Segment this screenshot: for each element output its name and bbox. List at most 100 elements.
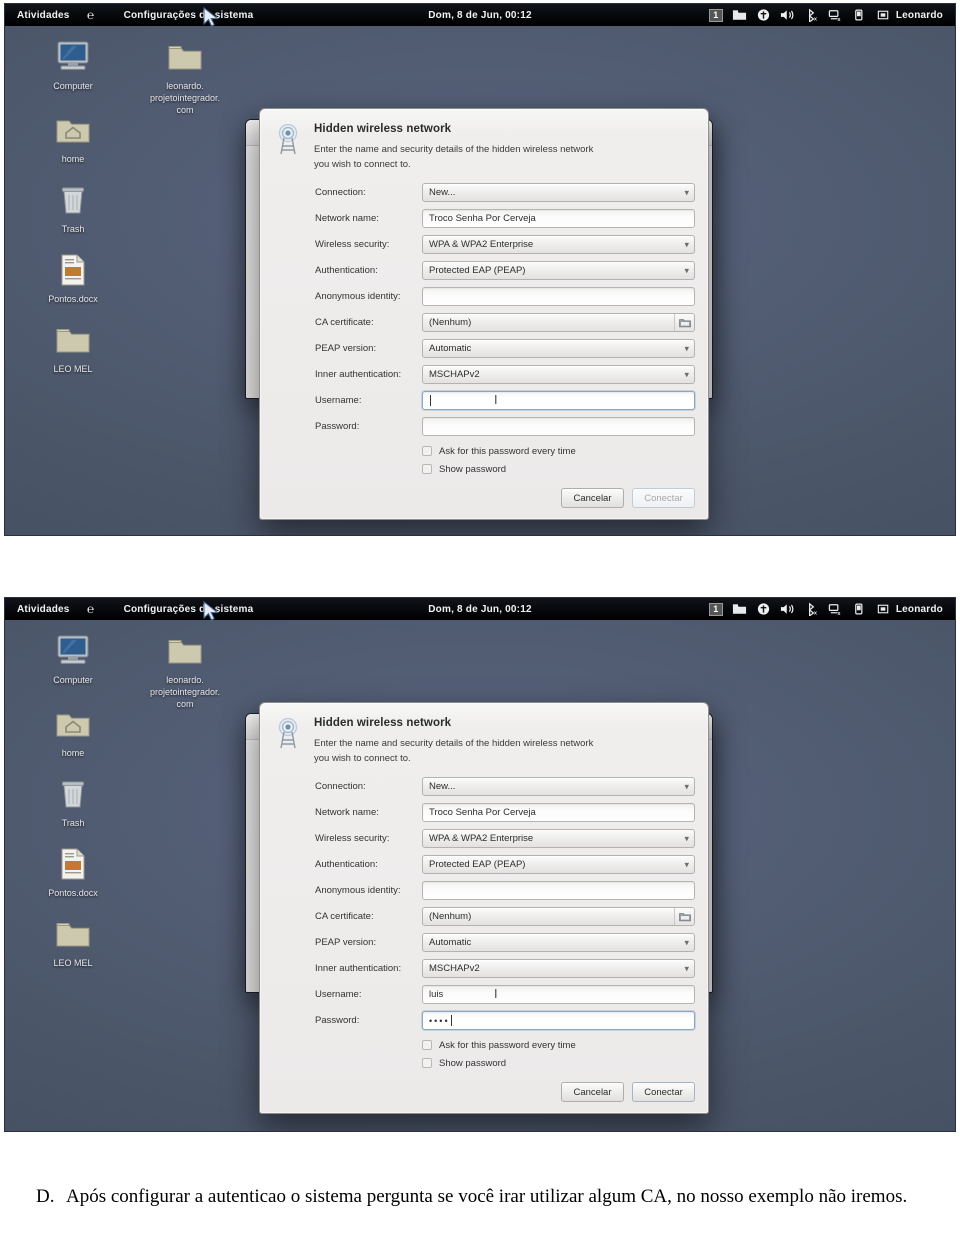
password-input[interactable]: •••• [422,1011,695,1030]
volume-icon[interactable] [780,8,795,22]
wireless-security-select[interactable]: WPA & WPA2 Enterprise ▾ [422,829,695,848]
ca-certificate-chooser[interactable]: (Nenhum) [422,907,695,926]
dialog-description: Enter the name and security details of t… [314,144,594,170]
field-control[interactable]: WPA & WPA2 Enterprise ▾ [422,829,695,848]
field-control[interactable] [422,417,695,436]
field-control[interactable]: Protected EAP (PEAP) ▾ [422,261,695,280]
connect-button[interactable]: Conectar [632,1082,695,1102]
folder-icon[interactable] [674,314,694,331]
authentication-select[interactable]: Protected EAP (PEAP) ▾ [422,261,695,280]
field-control[interactable]: Protected EAP (PEAP) ▾ [422,855,695,874]
desktop-icon-leo-mel[interactable]: LEO MEL [27,319,119,375]
connection-select[interactable]: New... ▾ [422,777,695,796]
wireless-security-select[interactable]: WPA & WPA2 Enterprise ▾ [422,235,695,254]
firefox-icon[interactable]: ℮ [80,602,102,616]
app-menu-title[interactable]: Configurações do sistema [102,10,254,21]
network-disconnected-icon[interactable]: x [828,8,843,22]
checkbox-row-show-password[interactable]: Show password [422,1055,695,1071]
desktop-icon-computer[interactable]: Computer [27,630,119,686]
field-control[interactable]: Automatic ▾ [422,339,695,358]
field-value: (Nenhum) [429,911,472,922]
field-value: •••• [429,1015,450,1026]
desktop-icon-trash[interactable]: Trash [27,773,119,829]
folder-icon[interactable] [732,8,747,22]
desktop-icon-home[interactable]: home [27,109,119,165]
bluetooth-off-icon[interactable]: x [804,602,819,616]
activities-button[interactable]: Atividades [17,10,80,21]
field-control[interactable]: I [422,391,695,410]
accessibility-icon[interactable] [756,8,771,22]
password-input[interactable] [422,417,695,436]
computer-icon [27,630,119,672]
network-name-input[interactable]: Troco Senha Por Cerveja [422,209,695,228]
field-control[interactable]: luis I [422,985,695,1004]
field-value: Troco Senha Por Cerveja [429,807,536,818]
desktop-icon-label: LEO MEL [53,364,93,374]
inner-authentication-select[interactable]: MSCHAPv2 ▾ [422,365,695,384]
user-menu[interactable]: Leonardo [876,602,943,616]
desktop-icon-leonardo-folder[interactable]: leonardo. projetointegrador. com [135,630,235,710]
field-control[interactable]: New... ▾ [422,777,695,796]
desktop-icon-leonardo-folder[interactable]: leonardo. projetointegrador. com [135,36,235,116]
firefox-icon[interactable]: ℮ [80,8,102,22]
chevron-down-icon: ▾ [684,859,689,869]
cancel-button[interactable]: Cancelar [561,1082,624,1102]
inner-authentication-select[interactable]: MSCHAPv2 ▾ [422,959,695,978]
username-input[interactable] [422,391,695,410]
accessibility-icon[interactable] [756,602,771,616]
field-control[interactable]: Troco Senha Por Cerveja [422,803,695,822]
field-control[interactable]: Automatic ▾ [422,933,695,952]
folder-icon[interactable] [732,602,747,616]
connection-select[interactable]: New... ▾ [422,183,695,202]
desktop-icon-pontos-docx[interactable]: Pontos.docx [27,843,119,899]
desktop-icon-trash[interactable]: Trash [27,179,119,235]
anonymous-identity-input[interactable] [422,287,695,306]
field-control[interactable]: WPA & WPA2 Enterprise ▾ [422,235,695,254]
anonymous-identity-input[interactable] [422,881,695,900]
bluetooth-off-icon[interactable]: x [804,8,819,22]
battery-icon[interactable] [852,602,867,616]
desktop-icon-home[interactable]: home [27,703,119,759]
field-control[interactable]: Troco Senha Por Cerveja [422,209,695,228]
volume-icon[interactable] [780,602,795,616]
desktop-icon-leo-mel[interactable]: LEO MEL [27,913,119,969]
checkbox-row-show-password[interactable]: Show password [422,461,695,477]
desktop-icon-computer[interactable]: Computer [27,36,119,92]
hidden-wireless-network-dialog: Hidden wireless network Enter the name a… [259,108,709,520]
ibeam-cursor: I [494,393,498,407]
checkbox-icon[interactable] [422,446,432,456]
cancel-button[interactable]: Cancelar [561,488,624,508]
checkbox-icon[interactable] [422,1058,432,1068]
wireless-tower-icon [273,717,303,750]
app-menu-title[interactable]: Configurações do sistema [102,604,254,615]
field-control[interactable] [422,287,695,306]
desktop-icon-pontos-docx[interactable]: Pontos.docx [27,249,119,305]
field-row-authentication: Authentication: Protected EAP (PEAP) ▾ [315,855,695,874]
authentication-select[interactable]: Protected EAP (PEAP) ▾ [422,855,695,874]
connect-button[interactable]: Conectar [632,488,695,508]
field-control[interactable]: •••• [422,1011,695,1030]
user-menu[interactable]: Leonardo [876,8,943,22]
battery-icon[interactable] [852,8,867,22]
peap-version-select[interactable]: Automatic ▾ [422,339,695,358]
field-control[interactable]: New... ▾ [422,183,695,202]
field-control[interactable]: MSCHAPv2 ▾ [422,959,695,978]
workspace-badge[interactable]: 1 [708,602,723,616]
username-input[interactable]: luis [422,985,695,1004]
field-label: Anonymous identity: [315,291,401,302]
peap-version-select[interactable]: Automatic ▾ [422,933,695,952]
checkbox-row-ask-password[interactable]: Ask for this password every time [422,443,695,459]
checkbox-icon[interactable] [422,1040,432,1050]
checkbox-icon[interactable] [422,464,432,474]
field-control[interactable]: MSCHAPv2 ▾ [422,365,695,384]
checkbox-row-ask-password[interactable]: Ask for this password every time [422,1037,695,1053]
field-control[interactable]: (Nenhum) [422,907,695,926]
folder-icon[interactable] [674,908,694,925]
activities-button[interactable]: Atividades [17,604,80,615]
field-control[interactable] [422,881,695,900]
ca-certificate-chooser[interactable]: (Nenhum) [422,313,695,332]
network-name-input[interactable]: Troco Senha Por Cerveja [422,803,695,822]
network-disconnected-icon[interactable]: x [828,602,843,616]
field-control[interactable]: (Nenhum) [422,313,695,332]
workspace-badge[interactable]: 1 [708,8,723,22]
